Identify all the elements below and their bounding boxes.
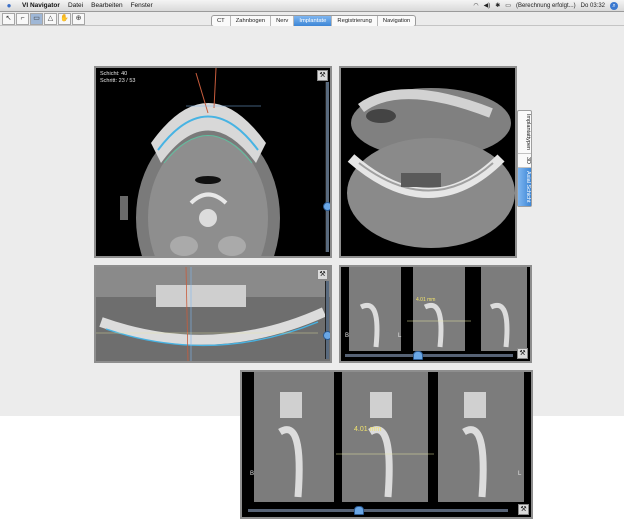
window-level-icon[interactable]: ▭ [30, 13, 43, 25]
crop-icon[interactable]: ⌐ [16, 13, 29, 25]
side-tab-axial-schicht[interactable]: Axial Schicht [518, 168, 531, 206]
tool-options-icon[interactable]: ⚒ [517, 348, 528, 359]
cross-small-slider-knob[interactable] [413, 351, 423, 360]
axial-slider-knob[interactable] [323, 202, 330, 211]
measure-icon[interactable]: △ [44, 13, 57, 25]
orientation-l-large: L [518, 471, 522, 477]
volume-icon[interactable]: ◀) [484, 2, 491, 9]
tool-group: ↖ ⌐ ▭ △ ✋ ⊕ [2, 13, 85, 25]
axial-step-label: Schritt: 23 / 53 [100, 78, 136, 84]
axial-info: Schicht: 40 Schritt: 23 / 53 [100, 71, 135, 85]
tool-options-icon[interactable]: ⚒ [317, 70, 328, 81]
tab-implantate[interactable]: Implantate [294, 16, 333, 26]
menu-bearbeiten[interactable]: Bearbeiten [91, 2, 122, 9]
cross-large-slider-knob[interactable] [354, 506, 364, 515]
axial-view-panel[interactable]: Schicht: 40 Schritt: 23 / 53 ⚒ [94, 66, 332, 258]
pointer-icon[interactable]: ↖ [2, 13, 15, 25]
menu-fenster[interactable]: Fenster [131, 2, 153, 9]
menu-bar: ● VI Navigator Datei Bearbeiten Fenster … [0, 0, 624, 12]
tab-registrierung[interactable]: Registrierung [332, 16, 378, 26]
cross-section-small-slider[interactable] [345, 351, 513, 360]
tool-options-icon[interactable]: ⚒ [317, 269, 328, 280]
cross-section-panel-small[interactable]: 4.01 mm B L ⚒ [339, 265, 532, 363]
bluetooth-icon[interactable]: ✱ [495, 2, 500, 9]
toolbar: ↖ ⌐ ▭ △ ✋ ⊕ CT Zahnbogen Nerv Implantate… [0, 12, 624, 27]
orientation-b-large: B [250, 471, 255, 477]
cross-section-large-slider[interactable] [248, 506, 508, 515]
battery-icon[interactable]: ▭ [505, 2, 511, 9]
tab-nerv[interactable]: Nerv [271, 16, 295, 26]
measurement-label-small: 4.01 mm [416, 297, 436, 303]
side-tab-3d[interactable]: 3D [518, 154, 531, 169]
cross-section-small-image [349, 267, 527, 351]
measurement-label-large: 4.01 mm [354, 426, 382, 433]
status-area: ◠ ◀) ✱ ▭ (Berechnung erfolgt...) Do 03:3… [473, 1, 624, 10]
orientation-b-small: B [345, 333, 350, 339]
panoramic-slider[interactable] [323, 281, 330, 359]
menu-datei[interactable]: Datei [68, 2, 83, 9]
axial-slice-label: Schicht: 40 [100, 71, 128, 77]
tab-navigation[interactable]: Navigation [378, 16, 415, 26]
orientation-l-small: L [398, 333, 402, 339]
axial-slice-3d-panel[interactable] [339, 66, 517, 258]
apple-icon[interactable]: ● [4, 1, 14, 10]
tool-options-icon[interactable]: ⚒ [518, 504, 529, 515]
tab-ct[interactable]: CT [212, 16, 231, 26]
panoramic-slider-knob[interactable] [323, 331, 330, 340]
clock[interactable]: Do 03:32 [581, 3, 605, 9]
status-message: (Berechnung erfolgt...) [515, 2, 576, 9]
hand-icon[interactable]: ✋ [58, 13, 71, 25]
side-tab-implantattypen[interactable]: Implantattypen [518, 111, 531, 155]
cross-section-large-image [254, 372, 524, 502]
tab-zahnbogen[interactable]: Zahnbogen [231, 16, 272, 26]
status-message-text: Berechnung erfolgt... [517, 2, 574, 9]
panoramic-ct-image [96, 267, 330, 361]
spotlight-icon[interactable]: ⌕ [610, 1, 618, 10]
panoramic-view-panel[interactable]: ⚒ [94, 265, 332, 363]
cross-section-panel-large[interactable]: 4.01 mm B L ⚒ [240, 370, 533, 519]
axial-ct-image [120, 68, 280, 256]
axial-slice-slider[interactable] [323, 82, 330, 252]
app-name-menu[interactable]: VI Navigator [22, 2, 60, 9]
axial-slice-image [347, 88, 515, 248]
view-side-tabs: Implantattypen 3D Axial Schicht [517, 110, 532, 207]
zoom-icon[interactable]: ⊕ [72, 13, 85, 25]
wifi-icon[interactable]: ◠ [473, 2, 478, 9]
